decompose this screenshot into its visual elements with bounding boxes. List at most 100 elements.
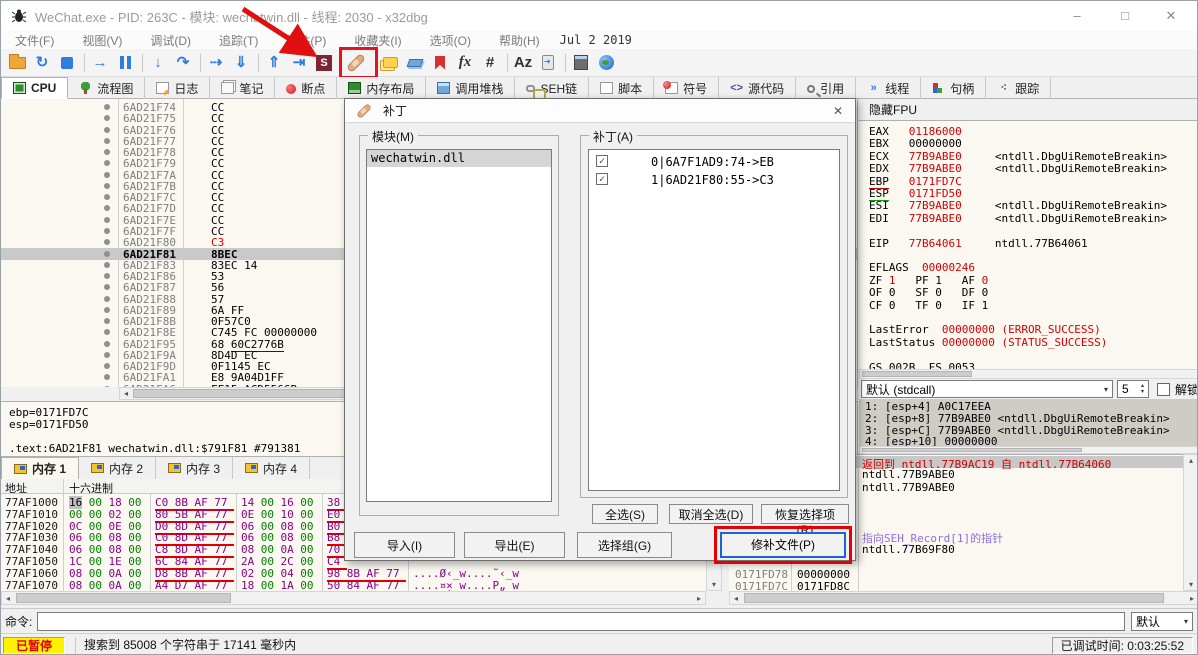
stop-icon[interactable]: [57, 52, 77, 74]
register-line[interactable]: LastError 00000000 (ERROR_SUCCESS): [869, 323, 1197, 336]
register-line[interactable]: EFLAGS 00000246: [869, 261, 1197, 274]
memory-tab[interactable]: 内存 2: [79, 457, 157, 479]
menu-item-o[interactable]: 选项(O): [416, 34, 485, 48]
memory-row[interactable]: 77AF1070 08 00 0A 00 A4 D7 AF 77 18 00 1A 00 50 84 AF 77…: [1, 579, 706, 591]
tab-跟踪[interactable]: ⁖ 跟踪: [986, 77, 1052, 99]
restore-selection-button[interactable]: 恢复选择项(R): [761, 504, 849, 537]
tab-引用[interactable]: 引用: [796, 77, 857, 99]
register-line[interactable]: [869, 249, 1197, 261]
tab-脚本[interactable]: 脚本: [589, 77, 655, 99]
hash-icon[interactable]: #: [480, 52, 500, 74]
dialog-close-icon[interactable]: ✕: [829, 103, 847, 119]
arguments-hscrollbar[interactable]: [859, 446, 1197, 454]
register-line[interactable]: [869, 224, 1197, 236]
tab-句柄[interactable]: 句柄: [921, 77, 987, 99]
close-button[interactable]: ✕: [1151, 1, 1191, 31]
register-line[interactable]: ECX 77B9ABE0 <ntdll.DbgUiRemoteBreakin>: [869, 150, 1197, 163]
stepper-badge-icon[interactable]: S: [314, 52, 334, 74]
register-line[interactable]: LastStatus 00000000 (STATUS_SUCCESS): [869, 336, 1197, 349]
register-line[interactable]: ZF 1 PF 1 AF 0: [869, 274, 1197, 287]
calling-convention-select[interactable]: 默认 (stdcall) ▾: [861, 380, 1113, 398]
deselect-all-button[interactable]: 取消全选(D): [669, 504, 753, 524]
register-line[interactable]: EBX 00000000: [869, 137, 1197, 150]
argument-row[interactable]: 1: [esp+4] A0C17EEA: [865, 400, 991, 413]
strings-icon[interactable]: Az: [513, 52, 533, 74]
labels-icon[interactable]: [405, 52, 425, 74]
open-file-icon[interactable]: [7, 52, 27, 74]
tab-笔记[interactable]: 笔记: [210, 77, 276, 99]
tab-内存布局[interactable]: 内存布局: [337, 77, 427, 99]
argument-row[interactable]: 4: [esp+10] 00000000: [865, 435, 997, 446]
register-line[interactable]: EDX 77B9ABE0 <ntdll.DbgUiRemoteBreakin>: [869, 162, 1197, 175]
export-button[interactable]: 导出(E): [464, 532, 565, 558]
tab-断点[interactable]: 断点: [275, 77, 338, 99]
memory-row[interactable]: 77AF1060 08 00 0A 00 D8 8B AF 77 02 00 04 00 98 8B AF 77…: [1, 567, 706, 582]
register-line[interactable]: [869, 311, 1197, 323]
tab-调用堆栈[interactable]: 调用堆栈: [426, 77, 516, 99]
register-line[interactable]: CF 0 TF 0 IF 1: [869, 299, 1197, 312]
tab-日志[interactable]: 日志: [145, 77, 211, 99]
menu-item-v[interactable]: 视图(V): [68, 34, 136, 48]
patch-list-item[interactable]: ✓ 1|6AD21F80:55->C3: [589, 171, 839, 188]
step-over-icon[interactable]: ↷: [173, 52, 193, 74]
maximize-button[interactable]: □: [1105, 1, 1145, 31]
stack-hscrollbar[interactable]: ◂ ▸: [729, 591, 1197, 605]
register-line[interactable]: OF 0 SF 0 DF 0: [869, 286, 1197, 299]
register-line[interactable]: EDI 77B9ABE0 <ntdll.DbgUiRemoteBreakin>: [869, 212, 1197, 225]
patch-icon[interactable]: [346, 52, 366, 74]
call-stack-icon[interactable]: [538, 52, 558, 74]
menu-item-i[interactable]: 收藏夹(I): [340, 34, 415, 48]
execute-till-return-icon[interactable]: ⇑: [264, 52, 284, 74]
patch-checkbox[interactable]: ✓: [596, 173, 608, 185]
menu-item-f[interactable]: 文件(F): [1, 34, 68, 48]
functions-icon[interactable]: fx: [455, 52, 475, 74]
run-to-cursor-icon[interactable]: ⇢: [206, 52, 226, 74]
menu-item-d[interactable]: 调试(D): [136, 34, 205, 48]
memory-tab[interactable]: 内存 1: [1, 457, 80, 479]
register-line[interactable]: GS 002B FS 0053: [869, 361, 1197, 369]
register-line[interactable]: ESI 77B9ABE0 <ntdll.DbgUiRemoteBreakin>: [869, 199, 1197, 212]
import-button[interactable]: 导入(I): [354, 532, 455, 558]
unlock-checkbox[interactable]: [1156, 382, 1170, 396]
command-input[interactable]: [37, 611, 1125, 631]
help-globe-icon[interactable]: [596, 52, 616, 74]
patch-checkbox[interactable]: ✓: [596, 155, 608, 167]
memory-tab[interactable]: 内存 3: [156, 457, 234, 479]
menu-item-h[interactable]: 帮助(H): [485, 34, 554, 48]
stack-row[interactable]: 0171FD78 00000000: [729, 568, 1197, 581]
comments-icon[interactable]: [380, 52, 400, 74]
tab-源代码[interactable]: <> 源代码: [719, 77, 797, 99]
tab-符号[interactable]: 符号: [654, 77, 720, 99]
module-list-item[interactable]: wechatwin.dll: [367, 150, 551, 167]
run-icon[interactable]: →: [90, 52, 110, 74]
menu-item-p[interactable]: 插件(P): [272, 34, 340, 48]
argument-row[interactable]: 2: [esp+8] 77B9ABE0 <ntdll.DbgUiRemoteBr…: [865, 412, 1170, 425]
restart-icon[interactable]: ↻: [32, 52, 52, 74]
registers-hscrollbar[interactable]: [859, 369, 1197, 379]
tab-cpu[interactable]: CPU: [1, 77, 69, 99]
minimize-button[interactable]: –: [1057, 1, 1097, 31]
step-out-icon[interactable]: ⇓: [231, 52, 251, 74]
patch-file-button[interactable]: 修补文件(P): [720, 532, 846, 558]
menu-item-t[interactable]: 追踪(T): [205, 34, 272, 48]
argument-count-stepper[interactable]: 5 ▴ ▾: [1116, 380, 1149, 398]
register-line[interactable]: [869, 348, 1197, 360]
tab-流程图[interactable]: 流程图: [68, 77, 146, 99]
register-line[interactable]: EAX 01186000: [869, 125, 1197, 138]
memory-tab[interactable]: 内存 4: [233, 457, 311, 479]
select-group-button[interactable]: 选择组(G): [577, 532, 672, 558]
hide-fpu-button[interactable]: 隐藏FPU: [859, 99, 1197, 121]
register-line[interactable]: EBP 0171FD7C: [869, 174, 1197, 189]
memory-hscrollbar[interactable]: ◂ ▸: [1, 591, 706, 605]
select-all-button[interactable]: 全选(S): [592, 504, 658, 524]
stack-vscrollbar[interactable]: ▴ ▾: [1183, 454, 1197, 591]
bookmarks-icon[interactable]: [430, 52, 450, 74]
tab-线程[interactable]: » 线程: [856, 77, 922, 99]
register-line[interactable]: EIP 77B64061 ntdll.77B64061: [869, 237, 1197, 250]
register-line[interactable]: ESP 0171FD50: [869, 187, 1197, 201]
command-profile-select[interactable]: 默认 ▾: [1131, 611, 1193, 631]
argument-row[interactable]: 3: [esp+C] 77B9ABE0 <ntdll.DbgUiRemoteBr…: [865, 424, 1170, 437]
patch-list-item[interactable]: ✓ 0|6A7F1AD9:74->EB: [589, 153, 839, 170]
calculator-icon[interactable]: [571, 52, 591, 74]
step-into-icon[interactable]: ↓: [148, 52, 168, 74]
